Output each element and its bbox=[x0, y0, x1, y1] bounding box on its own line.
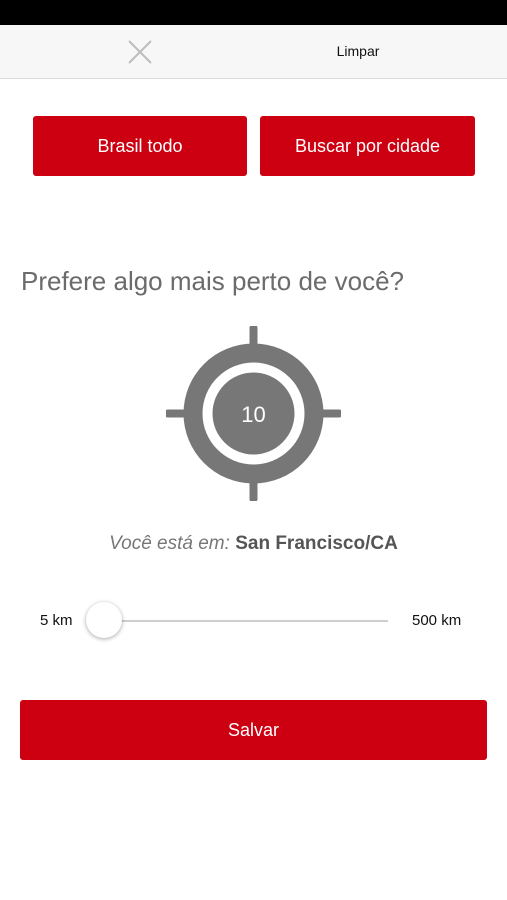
distance-slider[interactable] bbox=[86, 602, 388, 640]
question-heading: Prefere algo mais perto de você? bbox=[21, 266, 404, 296]
brasil-todo-button[interactable]: Brasil todo bbox=[33, 116, 247, 176]
location-info: Você está em: San Francisco/CA bbox=[0, 533, 507, 555]
crosshair-icon: 10 bbox=[164, 324, 343, 503]
clear-button[interactable]: Limpar bbox=[318, 37, 398, 65]
location-label: Você está em: bbox=[109, 533, 230, 554]
status-bar bbox=[0, 0, 507, 25]
target-value: 10 bbox=[241, 402, 265, 427]
top-bar: Limpar bbox=[0, 25, 507, 79]
slider-track[interactable] bbox=[98, 620, 388, 622]
slider-min-label: 5 km bbox=[40, 612, 73, 629]
slider-max-label: 500 km bbox=[412, 612, 462, 629]
slider-thumb[interactable] bbox=[86, 602, 122, 638]
close-button[interactable] bbox=[118, 35, 162, 69]
buscar-por-cidade-button[interactable]: Buscar por cidade bbox=[260, 116, 475, 176]
location-value: San Francisco/CA bbox=[235, 533, 398, 554]
save-button[interactable]: Salvar bbox=[20, 700, 487, 760]
distance-target: 10 bbox=[164, 324, 343, 503]
close-icon bbox=[128, 40, 152, 64]
